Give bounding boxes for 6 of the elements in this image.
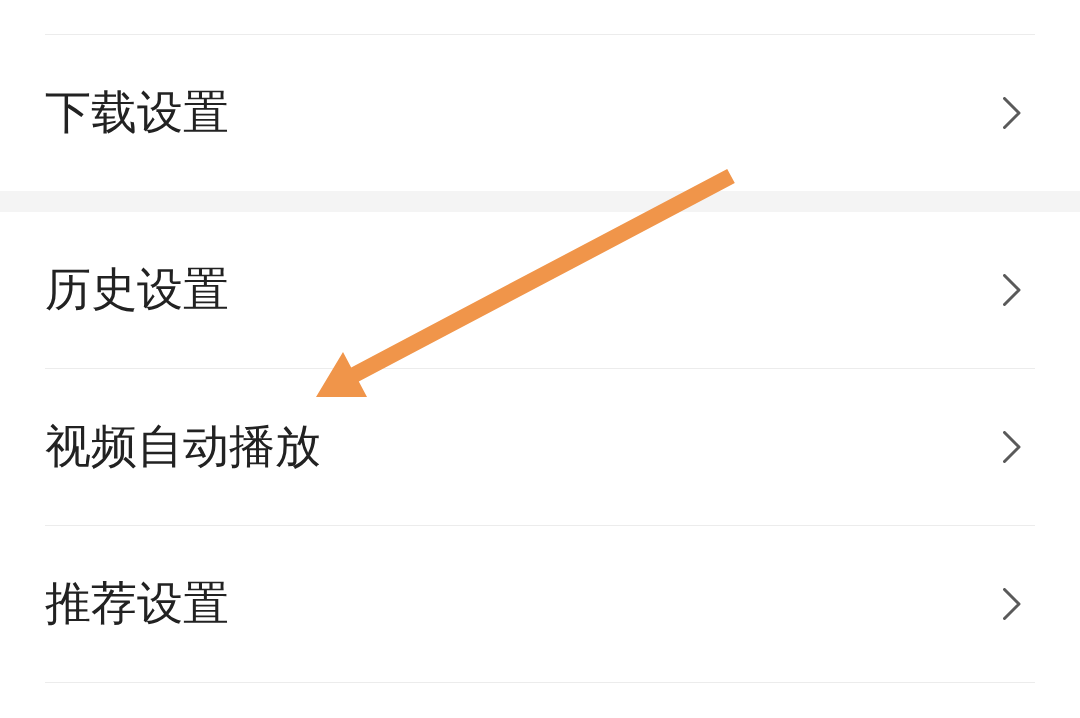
chevron-right-icon	[1003, 588, 1021, 620]
chevron-right-icon	[1003, 431, 1021, 463]
settings-row[interactable]: 推荐设置	[45, 526, 1035, 683]
chevron-right-icon	[1003, 97, 1021, 129]
settings-row[interactable]: 下载设置	[45, 35, 1035, 191]
chevron-right-icon	[1003, 274, 1021, 306]
